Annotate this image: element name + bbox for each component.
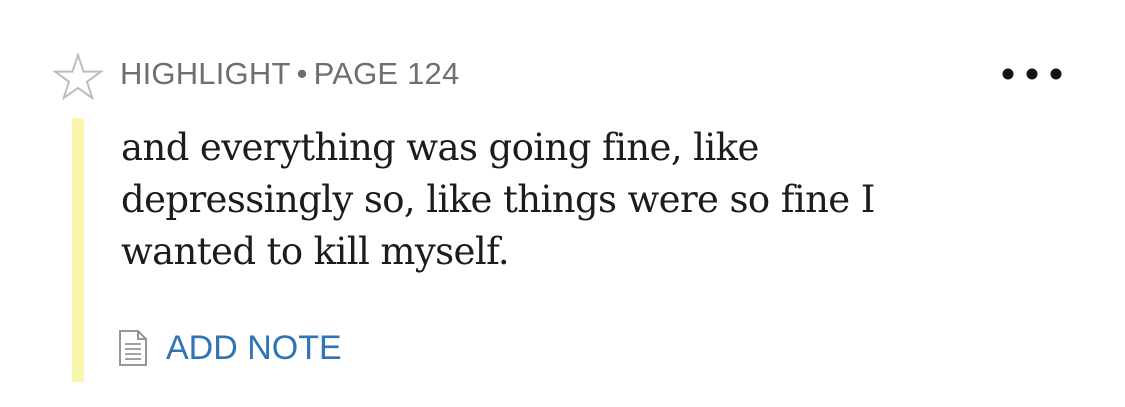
star-icon[interactable] xyxy=(52,52,104,100)
add-note-button[interactable]: ADD NOTE xyxy=(118,328,342,368)
more-options-icon[interactable] xyxy=(1000,62,1064,86)
header-separator: • xyxy=(296,56,308,91)
highlight-text-line: wanted to kill myself. xyxy=(121,230,510,273)
highlight-text-line: and everything was going fine, like xyxy=(121,126,759,169)
page-location-label: PAGE 124 xyxy=(313,56,460,91)
highlight-text: and everything was going fine, like depr… xyxy=(121,122,1021,278)
annotation-type-label: HIGHLIGHT xyxy=(120,56,291,91)
add-note-label: ADD NOTE xyxy=(166,329,342,367)
highlight-text-line: depressingly so, like things were so fin… xyxy=(121,178,875,221)
highlight-header: HIGHLIGHT • PAGE 124 xyxy=(120,55,459,93)
highlight-color-bar xyxy=(72,118,84,382)
highlight-card: HIGHLIGHT • PAGE 124 and everything was go… xyxy=(0,0,1125,407)
note-icon xyxy=(119,330,147,366)
